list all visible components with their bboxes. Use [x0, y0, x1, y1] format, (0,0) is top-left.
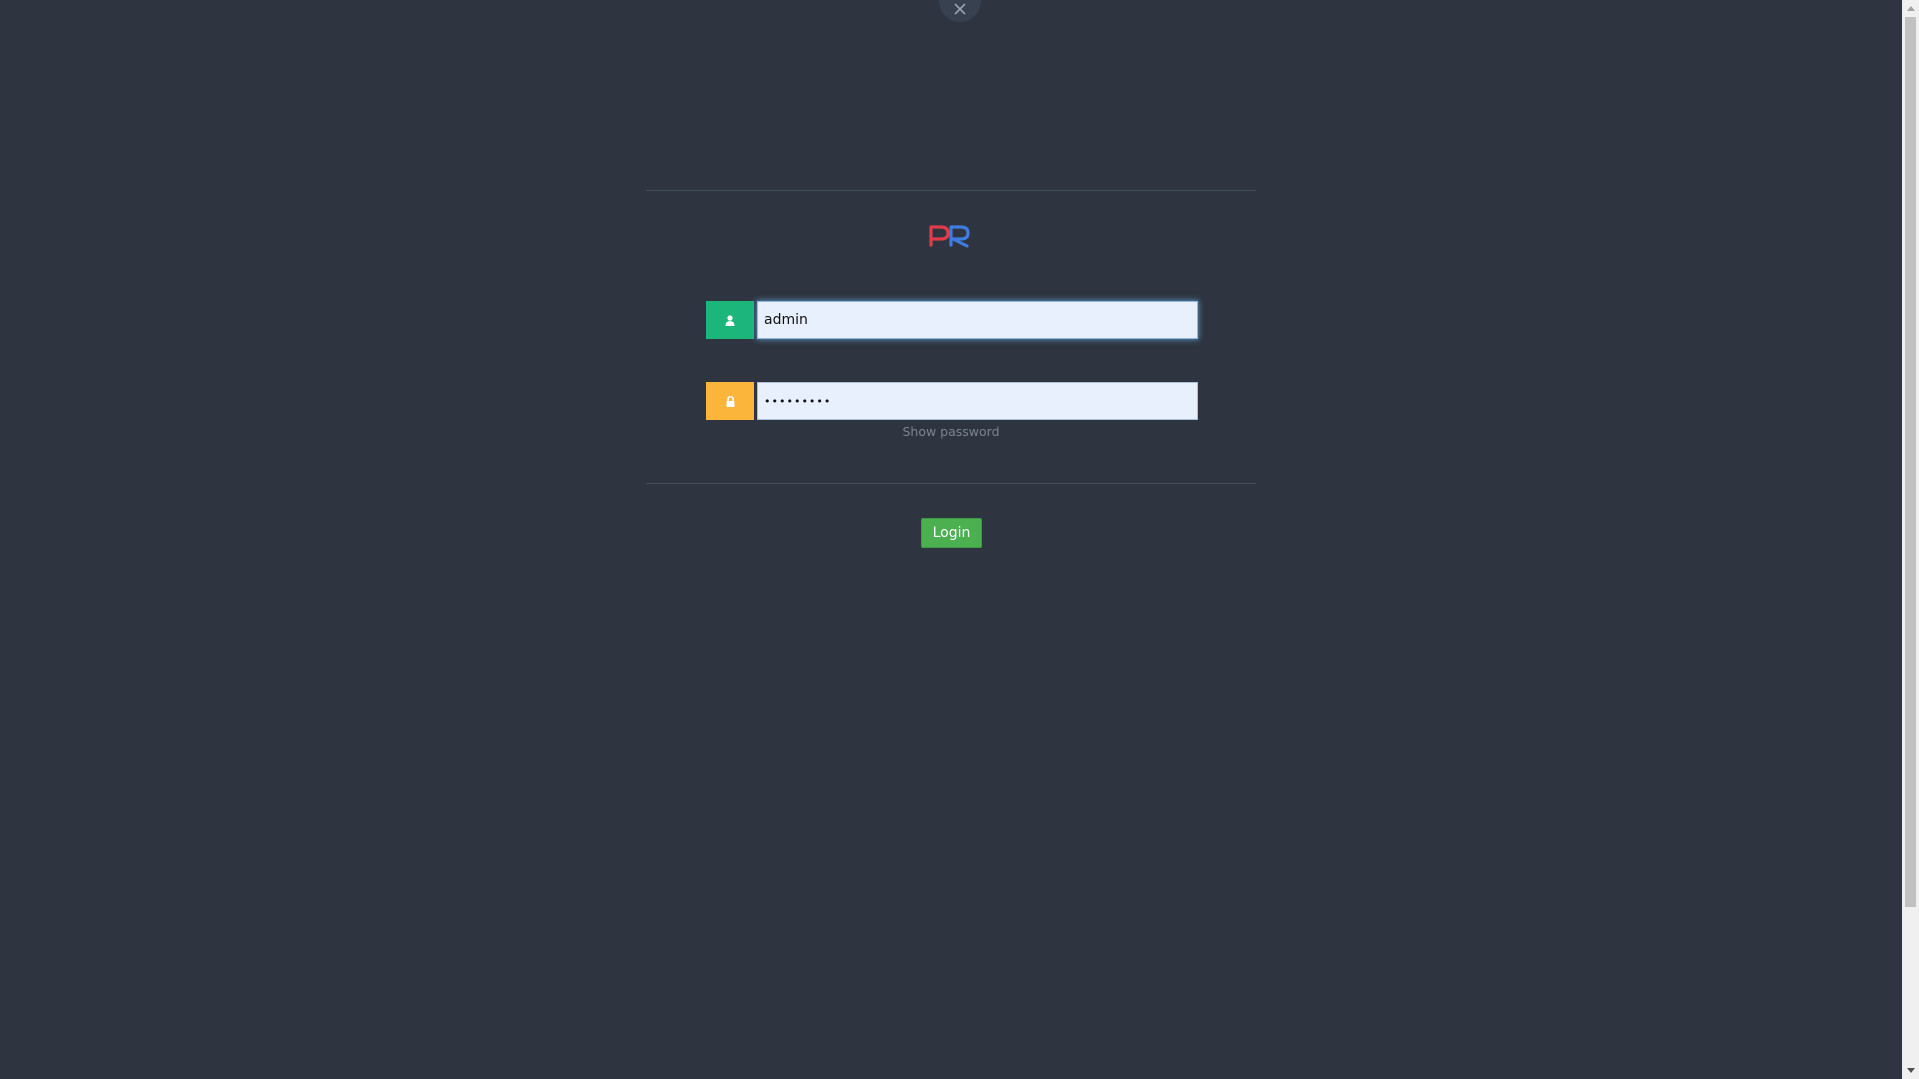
logo: [929, 225, 970, 248]
show-password-link[interactable]: Show password: [0, 424, 1902, 439]
scroll-thumb[interactable]: [1905, 17, 1916, 907]
scroll-up-arrow[interactable]: [1902, 0, 1919, 17]
password-addon: [706, 382, 754, 420]
login-button[interactable]: Login: [921, 518, 982, 548]
top-divider: [646, 190, 1256, 191]
password-row: [706, 382, 1198, 420]
username-input[interactable]: [757, 301, 1198, 339]
lock-icon: [726, 395, 734, 407]
bottom-divider: [646, 483, 1256, 484]
username-row: [706, 301, 1198, 339]
close-button[interactable]: [939, 0, 981, 22]
login-page: Show password Login: [0, 0, 1902, 1079]
close-icon: [954, 3, 966, 15]
username-addon: [706, 301, 754, 339]
user-icon: [725, 314, 735, 326]
chevron-down-icon: [1906, 1068, 1915, 1073]
scroll-down-arrow[interactable]: [1902, 1062, 1919, 1079]
chevron-up-icon: [1906, 6, 1915, 11]
password-input[interactable]: [757, 382, 1198, 420]
vertical-scrollbar[interactable]: [1902, 0, 1919, 1079]
